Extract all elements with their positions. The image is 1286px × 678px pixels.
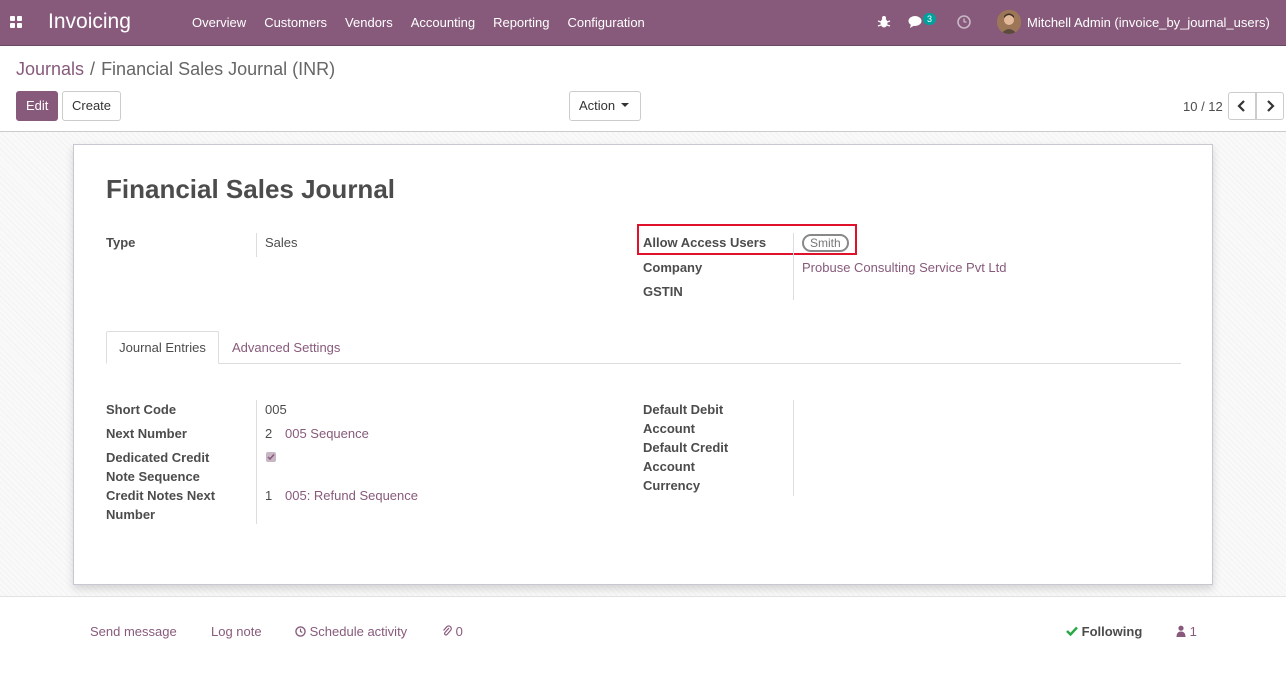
pager-previous-button[interactable] [1228, 92, 1256, 120]
activity-clock-icon[interactable] [957, 15, 971, 29]
field-divider [793, 233, 794, 300]
action-label: Action [579, 98, 616, 113]
messages-count-badge: 3 [923, 13, 937, 25]
company-link[interactable]: Probuse Consulting Service Pvt Ltd [802, 258, 1007, 277]
currency-label: Currency [643, 478, 701, 493]
user-icon [1176, 625, 1186, 637]
short-code-label: Short Code [106, 402, 177, 417]
tabs-divider [106, 363, 1181, 364]
gstin-label: GSTIN [643, 284, 683, 299]
dedicated-credit-label-line2: Note Sequence [106, 469, 200, 484]
credit-notes-next-value: 1 [265, 488, 273, 503]
default-credit-label-line2: Account [643, 459, 695, 474]
breadcrumb: Journals / Financial Sales Journal (INR) [16, 59, 335, 80]
attachments-count: 0 [455, 624, 463, 639]
attachments-button[interactable]: 0 [442, 624, 463, 639]
refund-sequence-link[interactable]: 005: Refund Sequence [285, 486, 418, 505]
form-sheet [73, 144, 1213, 585]
followers-button[interactable]: 1 [1176, 624, 1197, 639]
caret-down-icon [621, 103, 630, 108]
schedule-activity-button[interactable]: Schedule activity [295, 624, 407, 639]
menu-item-overview[interactable]: Overview [183, 0, 255, 46]
field-divider [793, 400, 794, 496]
pager-next-button[interactable] [1256, 92, 1284, 120]
breadcrumb-journals-link[interactable]: Journals [16, 59, 84, 79]
field-divider [256, 400, 257, 524]
type-label: Type [106, 235, 136, 250]
menu-item-vendors[interactable]: Vendors [336, 0, 402, 46]
followers-count: 1 [1189, 624, 1197, 639]
allow-access-users-label: Allow Access Users [643, 235, 767, 250]
sequence-link[interactable]: 005 Sequence [285, 424, 369, 443]
next-number-value: 2 [265, 426, 273, 441]
app-title[interactable]: Invoicing [48, 10, 131, 34]
next-number-label: Next Number [106, 426, 187, 441]
paperclip-icon [443, 625, 452, 636]
default-debit-label-line2: Account [643, 421, 695, 436]
menu-item-accounting[interactable]: Accounting [402, 0, 484, 46]
journal-name: Financial Sales Journal [106, 174, 395, 204]
short-code-value: 005 [265, 402, 287, 417]
user-tag-smith[interactable]: Smith [802, 234, 849, 252]
action-dropdown[interactable]: Action [569, 91, 641, 121]
field-divider [256, 233, 257, 257]
menu-item-reporting[interactable]: Reporting [484, 0, 558, 46]
messages-icon[interactable] [908, 15, 924, 29]
breadcrumb-current: Financial Sales Journal (INR) [101, 59, 336, 79]
menu-item-customers[interactable]: Customers [255, 0, 336, 46]
apps-menu-icon[interactable] [10, 16, 22, 28]
chevron-right-icon [1267, 100, 1275, 112]
main-menu: Overview Customers Vendors Accounting Re… [183, 0, 654, 46]
default-debit-label-line1: Default Debit [643, 402, 724, 417]
menu-item-configuration[interactable]: Configuration [558, 0, 653, 46]
bug-icon[interactable] [877, 15, 891, 29]
schedule-activity-label: Schedule activity [309, 624, 408, 639]
pager-value[interactable]: 10 / 12 [1183, 99, 1223, 114]
company-label: Company [643, 260, 703, 275]
breadcrumb-separator: / [90, 59, 96, 79]
log-note-button[interactable]: Log note [211, 624, 262, 639]
clock-icon [295, 626, 306, 637]
credit-notes-next-label-line1: Credit Notes Next [106, 488, 216, 503]
credit-notes-next-label-line2: Number [106, 507, 156, 522]
check-icon [1066, 626, 1078, 637]
default-credit-label-line1: Default Credit [643, 440, 729, 455]
checkmark-icon [267, 454, 275, 461]
tab-journal-entries[interactable]: Journal Entries [106, 331, 219, 364]
user-avatar[interactable] [997, 10, 1021, 34]
tab-advanced-settings[interactable]: Advanced Settings [232, 340, 340, 355]
type-value: Sales [265, 235, 298, 250]
following-label: Following [1081, 624, 1143, 639]
following-button[interactable]: Following [1066, 624, 1142, 639]
top-navbar: Invoicing Overview Customers Vendors Acc… [0, 0, 1286, 46]
send-message-button[interactable]: Send message [90, 624, 177, 639]
edit-button[interactable]: Edit [16, 91, 58, 121]
user-menu[interactable]: Mitchell Admin (invoice_by_journal_users… [1027, 15, 1270, 30]
dedicated-credit-checkbox[interactable] [266, 452, 276, 462]
chevron-left-icon [1237, 100, 1245, 112]
dedicated-credit-label-line1: Dedicated Credit [106, 450, 210, 465]
create-button[interactable]: Create [62, 91, 121, 121]
